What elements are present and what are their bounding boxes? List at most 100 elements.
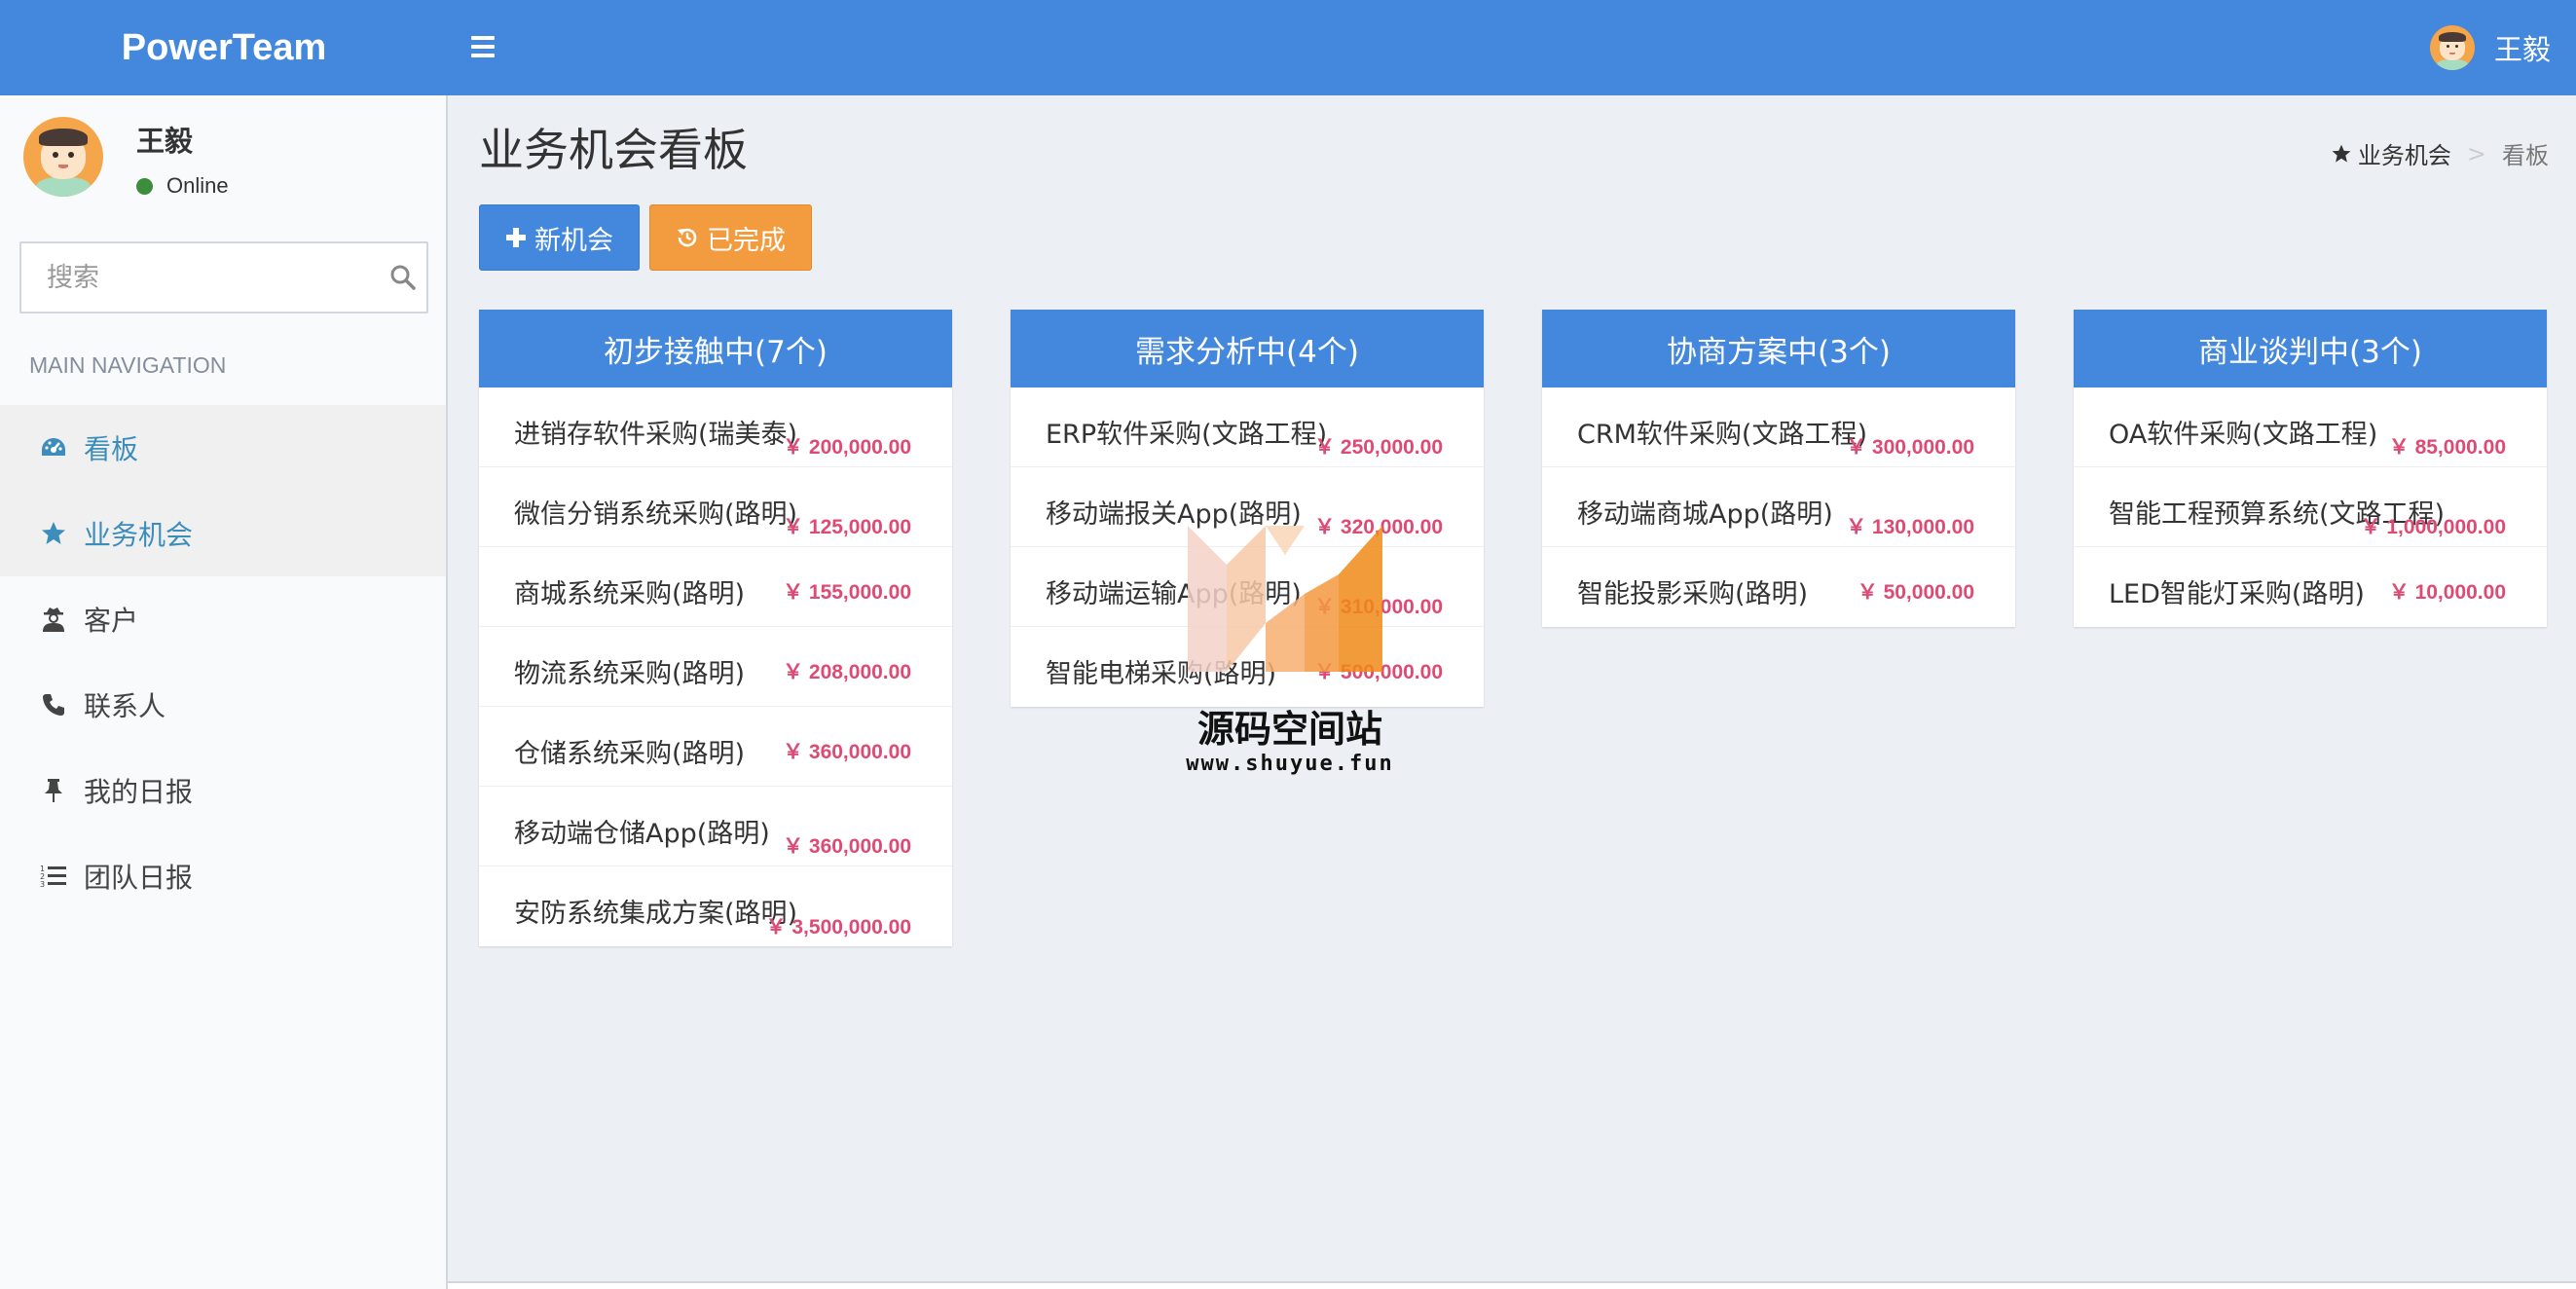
card-amount: ￥ 85,000.00	[2388, 436, 2506, 459]
opportunity-card[interactable]: OA软件采购(文路工程) ￥ 85,000.00	[2074, 387, 2547, 467]
card-title: CRM软件采购(文路工程)	[1577, 420, 1867, 450]
search-box	[19, 241, 428, 313]
sidebar-item-label: 业务机会	[84, 519, 194, 551]
sidebar-item-label: 看板	[84, 433, 139, 465]
svg-text:3: 3	[40, 880, 45, 889]
sidebar-item-label: 联系人	[84, 690, 166, 722]
sidebar-item-dashboard[interactable]: 看板	[0, 405, 446, 491]
card-amount: ￥ 10,000.00	[2388, 581, 2506, 604]
opportunity-card[interactable]: 物流系统采购(路明) ￥ 208,000.00	[479, 627, 952, 707]
avatar	[23, 117, 103, 197]
kanban-column: 初步接触中(7个) 进销存软件采购(瑞美泰) ￥ 200,000.00 微信分销…	[479, 310, 952, 946]
sidebar-user-name: 王毅	[136, 125, 194, 158]
sidebar-item-contacts[interactable]: 联系人	[0, 662, 446, 748]
new-opportunity-label: 新机会	[534, 225, 613, 256]
card-title: 物流系统采购(路明)	[514, 659, 746, 689]
sidebar-item-my-report[interactable]: 我的日报	[0, 748, 446, 833]
status-text: Online	[166, 173, 229, 198]
column-title: 商业谈判中(3个)	[2074, 310, 2547, 387]
plus-icon	[506, 228, 526, 247]
sidebar-item-opportunities[interactable]: 业务机会	[0, 491, 446, 576]
breadcrumb-current: 看板	[2502, 142, 2549, 169]
history-icon	[678, 228, 697, 247]
online-dot-icon	[136, 177, 153, 195]
sidebar-item-customers[interactable]: 客户	[0, 576, 446, 662]
sidebar-item-label: 团队日报	[84, 862, 194, 894]
card-title: LED智能灯采购(路明)	[2109, 579, 2365, 609]
card-amount: ￥ 300,000.00	[1846, 436, 1974, 459]
card-title: 安防系统集成方案(路明)	[514, 899, 798, 929]
card-amount: ￥ 360,000.00	[783, 835, 911, 858]
completed-button[interactable]: 已完成	[649, 204, 812, 271]
card-title: 进销存软件采购(瑞美泰)	[514, 420, 798, 450]
user-secret-icon	[39, 605, 68, 634]
dashboard-icon	[39, 433, 68, 462]
card-amount: ￥ 360,000.00	[783, 741, 911, 763]
opportunity-card[interactable]: 移动端仓储App(路明) ￥ 360,000.00	[479, 787, 952, 866]
kanban-column: 商业谈判中(3个) OA软件采购(文路工程) ￥ 85,000.00 智能工程预…	[2074, 310, 2547, 627]
card-amount: ￥ 1,000,000.00	[2360, 516, 2506, 538]
watermark-url: www.shuyue.fun	[1186, 752, 1394, 776]
opportunity-card[interactable]: 智能工程预算系统(文路工程) ￥ 1,000,000.00	[2074, 467, 2547, 547]
opportunity-card[interactable]: 安防系统集成方案(路明) ￥ 3,500,000.00	[479, 866, 952, 946]
card-title: ERP软件采购(文路工程)	[1046, 420, 1328, 450]
card-title: 仓储系统采购(路明)	[514, 739, 746, 769]
page-title: 业务机会看板	[479, 124, 748, 176]
opportunity-card[interactable]: 移动端商城App(路明) ￥ 130,000.00	[1542, 467, 2015, 547]
menu-toggle-icon[interactable]	[471, 25, 504, 68]
footer-divider	[448, 1281, 2576, 1289]
card-title: 智能投影采购(路明)	[1577, 579, 1809, 609]
sidebar: 王毅 Online MAIN NAVIGATION 看板	[0, 95, 448, 1289]
opportunity-card[interactable]: CRM软件采购(文路工程) ￥ 300,000.00	[1542, 387, 2015, 467]
sidebar-item-team-report[interactable]: 123 团队日报	[0, 833, 446, 919]
opportunity-card[interactable]: 微信分销系统采购(路明) ￥ 125,000.00	[479, 467, 952, 547]
card-amount: ￥ 3,500,000.00	[765, 916, 911, 939]
sidebar-item-label: 客户	[84, 605, 139, 637]
breadcrumb-separator: >	[2466, 139, 2486, 167]
opportunity-card[interactable]: 智能投影采购(路明) ￥ 50,000.00	[1542, 547, 2015, 627]
phone-icon	[39, 690, 68, 719]
nav-header: MAIN NAVIGATION	[29, 352, 227, 378]
card-amount: ￥ 208,000.00	[783, 661, 911, 683]
status-badge: Online	[136, 173, 229, 199]
star-icon	[2332, 144, 2351, 163]
card-title: 移动端仓储App(路明)	[514, 819, 770, 849]
card-amount: ￥ 200,000.00	[783, 436, 911, 459]
top-header: PowerTeam 王毅	[0, 0, 2576, 95]
new-opportunity-button[interactable]: 新机会	[479, 204, 640, 271]
card-amount: ￥ 50,000.00	[1857, 581, 1974, 604]
card-amount: ￥ 250,000.00	[1314, 436, 1443, 459]
user-menu[interactable]: 王毅	[2429, 0, 2551, 95]
search-input[interactable]	[21, 243, 380, 312]
completed-label: 已完成	[707, 225, 786, 256]
sidebar-item-label: 我的日报	[84, 776, 194, 808]
search-button[interactable]	[380, 243, 426, 312]
search-icon	[390, 265, 416, 290]
column-title: 协商方案中(3个)	[1542, 310, 2015, 387]
card-title: OA软件采购(文路工程)	[2109, 420, 2378, 450]
thumbtack-icon	[39, 776, 68, 805]
app-logo[interactable]: PowerTeam	[0, 0, 448, 95]
toolbar: 新机会 已完成	[479, 204, 812, 271]
star-icon	[39, 519, 68, 548]
watermark-name: 源码空间站	[1196, 708, 1382, 751]
user-panel: 王毅 Online	[23, 117, 229, 199]
opportunity-card[interactable]: ERP软件采购(文路工程) ￥ 250,000.00	[1011, 387, 1484, 467]
column-title: 初步接触中(7个)	[479, 310, 952, 387]
opportunity-card[interactable]: 仓储系统采购(路明) ￥ 360,000.00	[479, 707, 952, 787]
card-title: 微信分销系统采购(路明)	[514, 499, 798, 530]
opportunity-card[interactable]: LED智能灯采购(路明) ￥ 10,000.00	[2074, 547, 2547, 627]
opportunity-card[interactable]: 商城系统采购(路明) ￥ 155,000.00	[479, 547, 952, 627]
card-amount: ￥ 125,000.00	[783, 516, 911, 538]
card-amount: ￥ 130,000.00	[1846, 516, 1974, 538]
card-title: 移动端商城App(路明)	[1577, 499, 1833, 530]
opportunity-card[interactable]: 进销存软件采购(瑞美泰) ￥ 200,000.00	[479, 387, 952, 467]
card-title: 商城系统采购(路明)	[514, 579, 746, 609]
main-navigation: 看板 业务机会 客户 联系人 我的日报 1 2 3 团队日报	[0, 405, 446, 919]
kanban-column: 协商方案中(3个) CRM软件采购(文路工程) ￥ 300,000.00 移动端…	[1542, 310, 2015, 627]
avatar	[2429, 25, 2475, 70]
breadcrumb-parent[interactable]: 业务机会	[2358, 136, 2451, 170]
header-user-name: 王毅	[2493, 33, 2551, 66]
content-header: 业务机会看板	[479, 115, 748, 179]
column-title: 需求分析中(4个)	[1011, 310, 1484, 387]
